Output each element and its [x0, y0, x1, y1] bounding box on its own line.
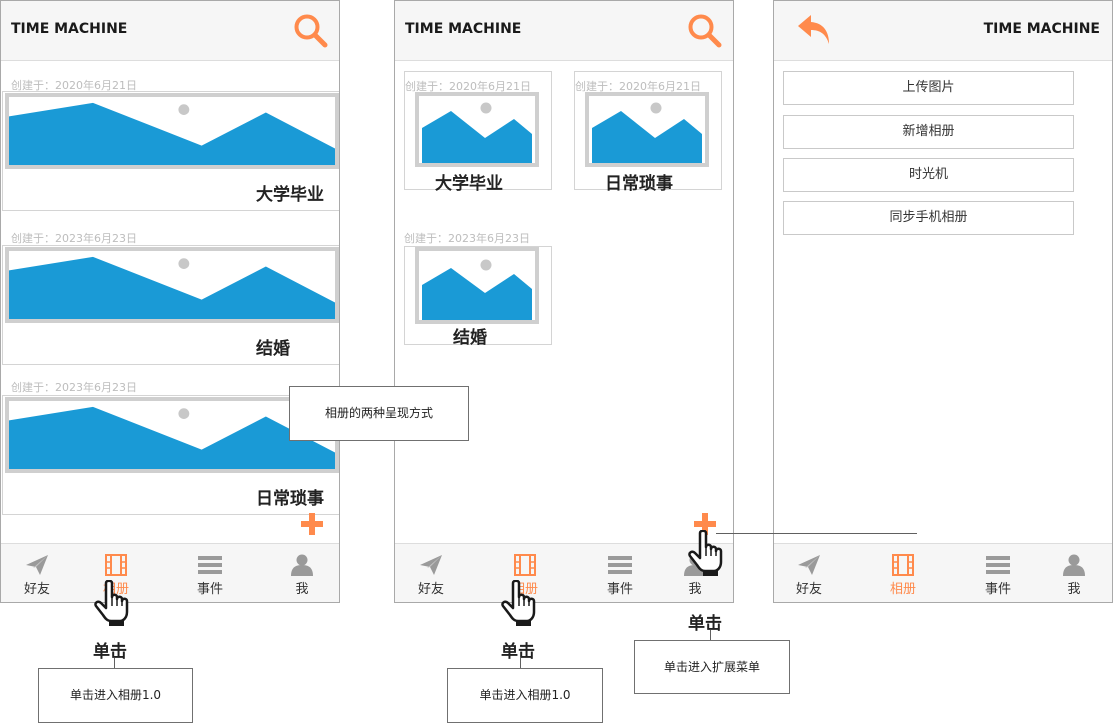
nav-label: 我: [688, 582, 702, 597]
album-created-date: 创建于：2023年6月23日: [11, 381, 137, 394]
paper-plane-icon: [797, 554, 821, 576]
hand-pointer-icon: [500, 580, 544, 626]
nav-item-friends[interactable]: 好友: [784, 554, 834, 597]
click-label: 单击: [688, 614, 722, 634]
list-icon: [986, 554, 1010, 576]
bottom-nav: 好友 相册 事件 我: [395, 543, 733, 602]
nav-item-events[interactable]: 事件: [185, 554, 235, 597]
nav-item-friends[interactable]: 好友: [12, 554, 62, 597]
menu-item-upload-photo[interactable]: 上传图片: [783, 71, 1074, 105]
nav-item-friends[interactable]: 好友: [406, 554, 456, 597]
person-icon: [1063, 554, 1085, 576]
album-card[interactable]: 创建于：2020年6月21日 大学毕业: [404, 71, 552, 194]
connector-line: [114, 658, 115, 668]
click-label: 单击: [93, 642, 127, 662]
connector-line: [716, 533, 917, 534]
search-icon[interactable]: [293, 13, 329, 49]
menu-item-time-machine[interactable]: 时光机: [783, 158, 1074, 192]
hand-pointer-icon: [687, 530, 731, 576]
nav-label: 事件: [196, 582, 223, 597]
album-thumbnail: [415, 92, 539, 167]
back-arrow-icon[interactable]: [796, 13, 832, 47]
nav-label: 好友: [795, 582, 822, 597]
nav-label: 我: [295, 582, 309, 597]
nav-item-album[interactable]: 相册: [878, 554, 928, 597]
album-created-date: 创建于：2023年6月23日: [11, 232, 137, 245]
nav-item-events[interactable]: 事件: [973, 554, 1023, 597]
album-title: 结婚: [453, 328, 487, 348]
film-icon: [514, 554, 536, 576]
album-card[interactable]: 结婚: [404, 246, 552, 348]
nav-label: 相册: [889, 582, 916, 597]
search-icon[interactable]: [687, 13, 723, 49]
app-title: TIME MACHINE: [405, 21, 522, 37]
app-title: TIME MACHINE: [983, 21, 1100, 37]
list-icon: [608, 554, 632, 576]
annotation-two-modes: 相册的两种呈现方式: [289, 386, 469, 441]
bottom-nav: 好友 相册 事件 我: [1, 543, 339, 602]
album-title: 大学毕业: [435, 174, 503, 194]
film-icon: [105, 554, 127, 576]
list-icon: [198, 554, 222, 576]
menu-item-new-album[interactable]: 新增相册: [783, 115, 1074, 149]
album-thumbnail: [585, 92, 709, 167]
paper-plane-icon: [419, 554, 443, 576]
connector-line: [520, 658, 521, 668]
album-title: 结婚: [256, 339, 290, 359]
bottom-nav: 好友 相册 事件 我: [774, 543, 1112, 602]
annotation-enter-album: 单击进入相册1.0: [447, 668, 603, 723]
film-icon: [892, 554, 914, 576]
hand-pointer-icon: [93, 580, 137, 626]
app-title: TIME MACHINE: [11, 21, 128, 37]
album-title: 日常琐事: [605, 174, 673, 194]
nav-label: 好友: [23, 582, 50, 597]
album-thumbnail: [5, 93, 339, 169]
album-card[interactable]: 创建于：2020年6月21日 日常琐事: [574, 71, 722, 194]
connector-line: [710, 630, 711, 640]
screen-album-grid: TIME MACHINE 创建于：2020年6月21日 大学毕业 创建于：202…: [394, 0, 734, 603]
annotation-enter-album: 单击进入相册1.0: [38, 668, 193, 723]
nav-item-events[interactable]: 事件: [595, 554, 645, 597]
annotation-enter-menu: 单击进入扩展菜单: [634, 640, 790, 694]
person-icon: [291, 554, 313, 576]
nav-item-me[interactable]: 我: [277, 554, 327, 597]
nav-item-me[interactable]: 我: [1049, 554, 1099, 597]
top-bar: TIME MACHINE: [1, 1, 339, 61]
plus-icon[interactable]: [301, 513, 323, 535]
nav-label: 好友: [417, 582, 444, 597]
top-bar: TIME MACHINE: [395, 1, 733, 61]
album-thumbnail: [415, 247, 539, 324]
paper-plane-icon: [25, 554, 49, 576]
album-card[interactable]: 结婚: [2, 245, 339, 365]
album-card[interactable]: 大学毕业: [2, 91, 339, 211]
album-created-date: 创建于：2023年6月23日: [404, 232, 530, 245]
top-bar: TIME MACHINE: [774, 1, 1112, 61]
menu-item-sync-phone-album[interactable]: 同步手机相册: [783, 201, 1074, 235]
nav-label: 事件: [984, 582, 1011, 597]
nav-label: 事件: [606, 582, 633, 597]
album-thumbnail: [5, 247, 339, 323]
screen-album-list: TIME MACHINE 创建于：2020年6月21日 大学毕业 创建于：202…: [0, 0, 340, 603]
album-title: 大学毕业: [256, 185, 324, 205]
album-title: 日常琐事: [256, 489, 324, 509]
nav-label: 我: [1067, 582, 1081, 597]
screen-expand-menu: TIME MACHINE 上传图片 新增相册 时光机 同步手机相册 好友 相册 …: [773, 0, 1113, 603]
click-label: 单击: [501, 642, 535, 662]
